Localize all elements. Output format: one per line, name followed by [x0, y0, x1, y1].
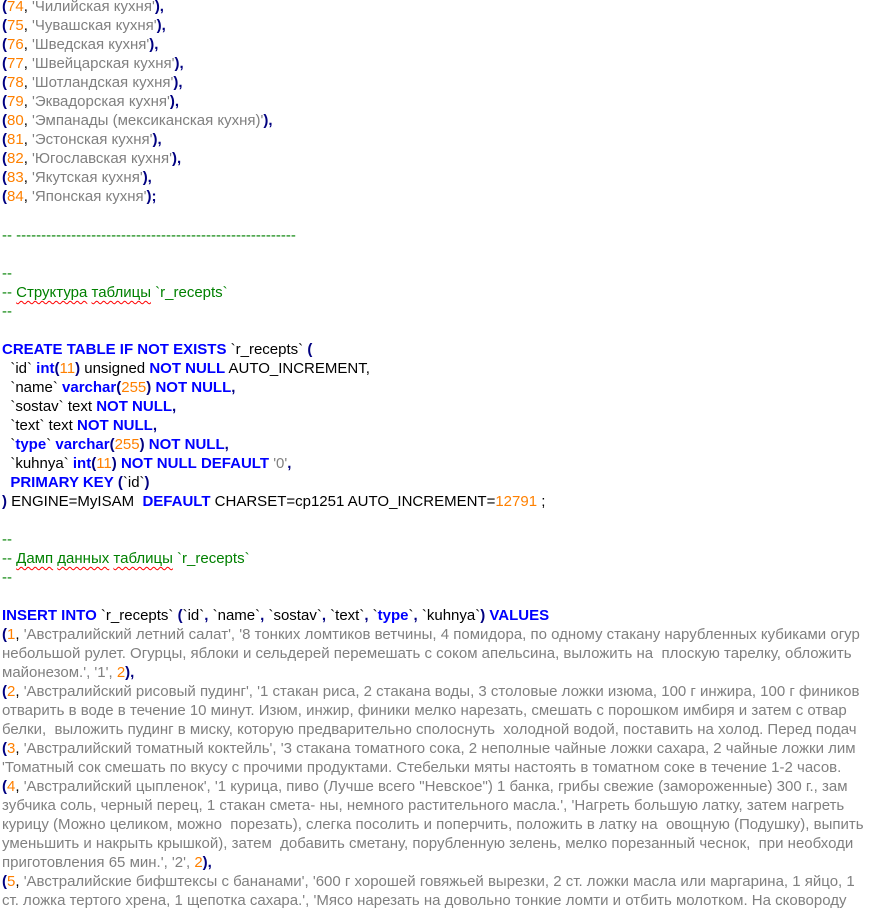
row-string: 'Эмпанады (мексиканская кухня)'	[32, 112, 264, 129]
row-id: 84	[7, 188, 24, 205]
dump-comment: -- Дамп данных таблицы `r_recepts`	[2, 550, 250, 567]
row-id: 2	[7, 683, 16, 700]
separator-comment: -- -------------------------------------…	[2, 227, 296, 244]
structure-comment: -- Структура таблицы `r_recepts`	[2, 284, 228, 301]
code-line: (74, 'Чилийская кухня'),	[2, 0, 164, 15]
code-line: (81, 'Эстонская кухня'),	[2, 131, 162, 148]
row-string: 'Эквадорская кухня'	[32, 93, 170, 110]
row-string: 'Чилийская кухня'	[32, 0, 155, 15]
code-line: небольшой рулет. Огурцы, яблоки и сельде…	[2, 645, 852, 662]
code-line: (79, 'Эквадорская кухня'),	[2, 93, 180, 110]
comment-line: --	[2, 303, 12, 320]
column-id-line: `id` int(11) unsigned NOT NULL AUTO_INCR…	[2, 360, 370, 377]
code-line: (3, 'Австралийский томатный коктейль', '…	[2, 740, 856, 757]
comment-line: --	[2, 569, 12, 586]
comment-line: --	[2, 531, 12, 548]
code-line: (82, 'Югославская кухня'),	[2, 150, 182, 167]
row-id: 77	[7, 55, 24, 72]
column-type-line: `type` varchar(255) NOT NULL,	[2, 436, 229, 453]
row-string: 'Эстонская кухня'	[32, 131, 153, 148]
comment-line: --	[2, 265, 12, 282]
row-id: 5	[7, 873, 16, 890]
row-id: 81	[7, 131, 24, 148]
column-text-line: `text` text NOT NULL,	[2, 417, 158, 434]
row-string: 'Швейцарская кухня'	[32, 55, 175, 72]
code-line: (4, 'Австралийский цыпленок', '1 курица,…	[2, 778, 848, 795]
row-string: 'Чувашская кухня'	[32, 17, 157, 34]
create-table-line: CREATE TABLE IF NOT EXISTS `r_recepts` (	[2, 341, 313, 358]
column-sostav-line: `sostav` text NOT NULL,	[2, 398, 177, 415]
row-id: 76	[7, 36, 24, 53]
code-line: (80, 'Эмпанады (мексиканская кухня)'),	[2, 112, 273, 129]
code-line: 'Томатный сок смешать по вкусу с прочими…	[2, 759, 842, 776]
code-line: (2, 'Австралийский рисовый пудинг', '1 с…	[2, 683, 860, 700]
row-id: 4	[7, 778, 16, 795]
row-string: 'Шведская кухня'	[32, 36, 150, 53]
row-id: 3	[7, 740, 16, 757]
row-string: 'Шотландская кухня'	[32, 74, 174, 91]
row-id: 80	[7, 112, 24, 129]
code-line: ст. ложка тертого хрена, 1 щепотка сахар…	[2, 892, 847, 909]
row-id: 1	[7, 626, 16, 643]
row-id: 82	[7, 150, 24, 167]
code-line: (75, 'Чувашская кухня'),	[2, 17, 166, 34]
row-id: 74	[7, 0, 24, 15]
row-string: 'Якутская кухня'	[32, 169, 143, 186]
primary-key-line: PRIMARY KEY (`id`)	[10, 474, 150, 491]
code-line: белки, выложить пудинг в миску, которую …	[2, 721, 857, 738]
code-line: (77, 'Швейцарская кухня'),	[2, 55, 184, 72]
column-name-line: `name` varchar(255) NOT NULL,	[2, 379, 236, 396]
code-line: (5, 'Австралийские бифштексы с бананами'…	[2, 873, 855, 890]
code-line: курицу (Можно целиком, можно порезать), …	[2, 816, 864, 833]
code-line: (78, 'Шотландская кухня'),	[2, 74, 183, 91]
row-id: 78	[7, 74, 24, 91]
code-line: (84, 'Японская кухня');	[2, 188, 157, 205]
code-line: отварить в воде в течение 10 минут. Изюм…	[2, 702, 847, 719]
row-id: 75	[7, 17, 24, 34]
row-id: 79	[7, 93, 24, 110]
column-kuhnya-line: `kuhnya` int(11) NOT NULL DEFAULT '0',	[2, 455, 292, 472]
code-line: приготовления 65 мин.', '2', 2),	[2, 854, 212, 871]
insert-into-line: INSERT INTO `r_recepts` (`id`, `name`, `…	[2, 607, 550, 624]
row-string: 'Югославская кухня'	[32, 150, 172, 167]
row-string: 'Японская кухня'	[32, 188, 147, 205]
code-line: майонезом.', '1', 2),	[2, 664, 135, 681]
engine-line: ) ENGINE=MyISAM DEFAULT CHARSET=cp1251 A…	[2, 493, 546, 510]
code-line: (76, 'Шведская кухня'),	[2, 36, 159, 53]
code-line: (1, 'Австралийский летний салат', '8 тон…	[2, 626, 860, 643]
code-line: (83, 'Якутская кухня'),	[2, 169, 152, 186]
row-id: 83	[7, 169, 24, 186]
code-line: уменьшить и накрыть крышкой), затем доба…	[2, 835, 854, 852]
code-line: зубчика соль, черный перец, 1 стакан сме…	[2, 797, 845, 814]
